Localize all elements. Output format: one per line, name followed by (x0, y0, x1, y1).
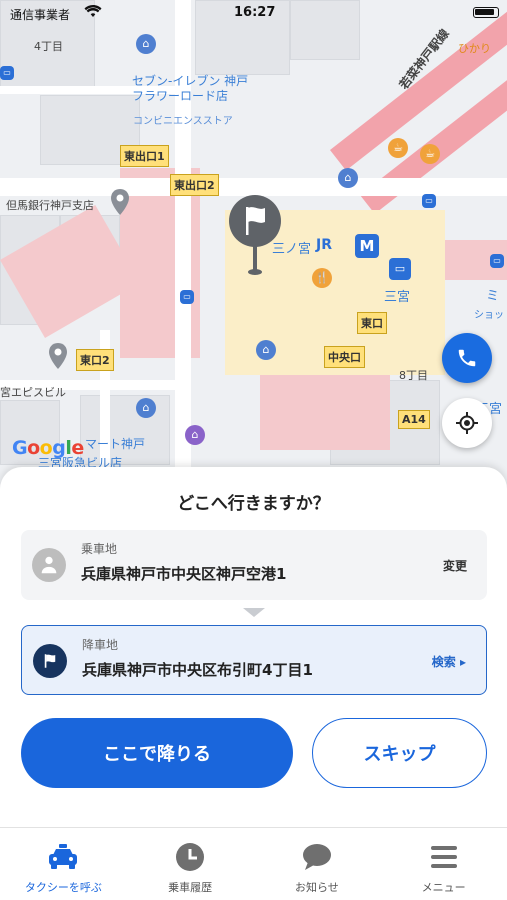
change-pickup-button[interactable]: 変更 (443, 557, 467, 574)
map-label: 但馬銀行神戸支店 (6, 199, 94, 212)
flag-icon (33, 644, 67, 678)
exit-label: 中央口 (324, 346, 365, 368)
tab-ride-history[interactable]: 乗車履歴 (127, 828, 254, 900)
bus-icon: ▭ (0, 66, 14, 80)
status-bar: 通信事業者 16:27 (0, 0, 507, 26)
tab-label: タクシーを呼ぶ (24, 881, 102, 894)
carrier-label: 通信事業者 (10, 8, 71, 22)
dropoff-label: 降車地 (82, 638, 119, 652)
bus-icon: ▭ (180, 290, 194, 304)
bus-icon: ▭ (422, 194, 436, 208)
current-location-button[interactable] (442, 398, 492, 448)
taxi-icon (46, 841, 80, 873)
map-label-store: セブン-イレブン 神戸 フラワーロード店 (132, 74, 249, 103)
battery-icon (473, 7, 499, 18)
map-label: マート神戸 (85, 437, 146, 451)
pickup-card[interactable]: 乗車地 兵庫県神戸市中央区神戸空港1 変更 (21, 530, 487, 600)
map-view[interactable]: 4丁目 セブン-イレブン 神戸 フラワーロード店 コンビニエンスストア 但馬銀行… (0, 0, 507, 520)
pickup-address: 兵庫県神戸市中央区神戸空港1 (81, 565, 287, 583)
confirm-dropoff-button[interactable]: ここで降りる (21, 718, 293, 788)
destination-flag-pin-icon[interactable] (226, 194, 284, 278)
restaurant-icon[interactable]: 🍴 (312, 268, 332, 288)
exit-label: A14 (398, 410, 430, 429)
map-label: コンビニエンスストア (133, 116, 233, 127)
crosshair-icon (456, 412, 478, 434)
clock-icon (173, 841, 207, 873)
google-logo: Google (12, 437, 84, 459)
search-dropoff-button[interactable]: 検索 ▸ (432, 653, 466, 670)
pickup-person-icon (32, 548, 66, 582)
bus-icon: ▭ (389, 258, 411, 280)
phone-icon (458, 349, 476, 367)
tab-label: お知らせ (294, 881, 339, 894)
building-icon[interactable]: ⌂ (338, 168, 358, 188)
menu-icon (427, 841, 461, 873)
destination-sheet: どこへ行きますか？ 乗車地 兵庫県神戸市中央区神戸空港1 変更 降車地 兵庫県神… (0, 467, 507, 827)
wifi-icon (84, 4, 102, 22)
location-pin-icon[interactable] (48, 342, 68, 370)
pickup-label: 乗車地 (81, 542, 118, 556)
tab-bar: タクシーを呼ぶ 乗車履歴 お知らせ メニュー (0, 827, 507, 900)
metro-icon: M (355, 234, 379, 258)
map-block (80, 395, 170, 465)
shopping-icon[interactable]: ⌂ (185, 425, 205, 445)
location-pin-icon[interactable] (110, 188, 130, 216)
sheet-title: どこへ行きますか？ (177, 494, 330, 514)
chat-bubble-icon (300, 841, 334, 873)
exit-label: 東口 (357, 312, 387, 334)
map-label: ミ (486, 289, 500, 304)
map-label: 宮エピスビル (0, 386, 66, 399)
store-icon[interactable]: ⌂ (136, 398, 156, 418)
tab-notifications[interactable]: お知らせ (254, 828, 381, 900)
map-label: ショッ (474, 310, 504, 321)
tab-menu[interactable]: メニュー (380, 828, 507, 900)
exit-label: 東出口2 (170, 174, 219, 196)
map-label: 8丁目 (399, 369, 428, 382)
exit-label: 東口2 (76, 349, 114, 371)
store-icon[interactable]: ⌂ (256, 340, 276, 360)
cafe-icon[interactable]: ☕ (388, 138, 408, 158)
tab-call-taxi[interactable]: タクシーを呼ぶ (0, 828, 127, 900)
map-label: ひかり (458, 42, 491, 55)
tab-label: 乗車履歴 (168, 881, 213, 894)
skip-button[interactable]: スキップ (312, 718, 487, 788)
dropoff-address: 兵庫県神戸市中央区布引町4丁目1 (82, 661, 313, 679)
tab-label: メニュー (421, 881, 466, 894)
bus-icon: ▭ (490, 254, 504, 268)
clock-time: 16:27 (234, 5, 276, 20)
dropoff-card[interactable]: 降車地 兵庫県神戸市中央区布引町4丁目1 検索 ▸ (21, 625, 487, 695)
store-icon[interactable]: ⌂ (136, 34, 156, 54)
exit-label: 東出口1 (120, 145, 169, 167)
map-label: 三宮 (384, 290, 411, 305)
map-label: 4丁目 (34, 40, 63, 53)
jr-label: JR (316, 237, 332, 253)
chevron-down-icon (243, 608, 265, 617)
cafe-icon[interactable]: ☕ (420, 144, 440, 164)
call-button[interactable] (442, 333, 492, 383)
